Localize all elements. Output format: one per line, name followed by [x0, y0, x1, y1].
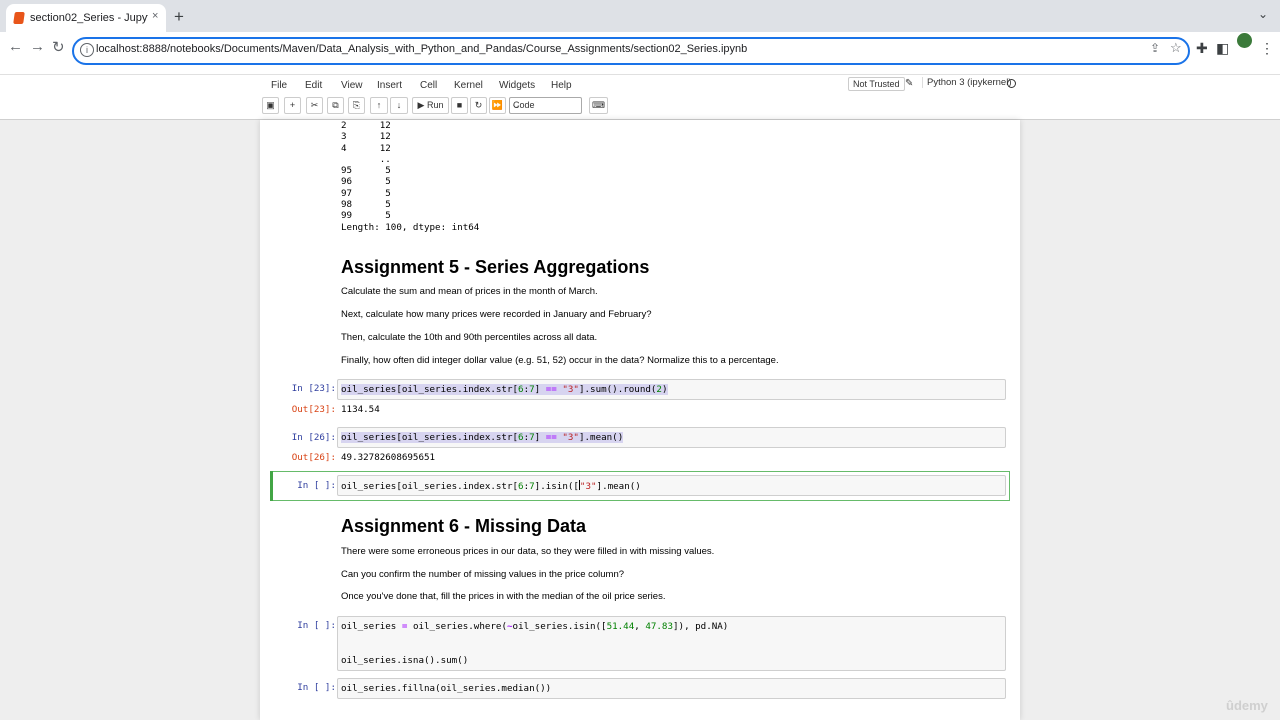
- back-icon[interactable]: ←: [8, 38, 23, 55]
- input-prompt: In [26]:: [291, 432, 336, 443]
- previous-output: 2 12 3 12 4 12 .. 95 5 96 5 97 5 98 5 99 5 Lengt…: [341, 120, 479, 233]
- notebook-container: 2 12 3 12 4 12 .. 95 5 96 5 97 5 98 5 99 5 Lengt…: [260, 120, 1020, 720]
- pencil-icon[interactable]: ✎: [905, 78, 913, 89]
- markdown-paragraph: There were some erroneous prices in our …: [341, 546, 715, 557]
- cell-type-select[interactable]: Code ⌵: [509, 97, 582, 114]
- url-path: :8888/notebooks/Documents/Maven/Data_Ana…: [139, 43, 748, 55]
- tab-strip: section02_Series - Jupyter No × + ⌄: [0, 0, 1280, 32]
- more-icon[interactable]: ⋮: [1260, 40, 1274, 57]
- output-line: ..: [341, 153, 391, 165]
- share-icon[interactable]: ⇪: [1150, 41, 1160, 55]
- markdown-paragraph: Then, calculate the 10th and 90th percen…: [341, 332, 598, 343]
- save-icon[interactable]: ▣: [262, 97, 279, 114]
- output-line: 97 5: [341, 187, 391, 199]
- code-line: oil_series = oil_series.where(~oil_serie…: [341, 621, 729, 632]
- copy-icon[interactable]: ⧉: [327, 97, 344, 114]
- tab-title: section02_Series - Jupyter No: [30, 12, 148, 24]
- kernel-name[interactable]: Python 3 (ipykernel): [922, 77, 1011, 88]
- add-cell-icon[interactable]: +: [284, 97, 301, 114]
- output-line: 96 5: [341, 176, 391, 188]
- browser-toolbar: ← → ↻ i localhost:8888/notebooks/Documen…: [0, 32, 1280, 75]
- output-line: 99 5: [341, 210, 391, 222]
- output-line: 2 12: [341, 120, 391, 131]
- tab-search-icon[interactable]: ⌄: [1258, 7, 1268, 21]
- markdown-paragraph: Next, calculate how many prices were rec…: [341, 309, 652, 320]
- menu-cell[interactable]: Cell: [420, 80, 437, 91]
- code-input[interactable]: oil_series[oil_series.index.str[6:7] == …: [337, 427, 1006, 448]
- restart-icon[interactable]: ↻: [470, 97, 487, 114]
- keyboard-icon[interactable]: ⌨: [589, 97, 608, 114]
- url-host: localhost: [96, 43, 140, 55]
- menu-help[interactable]: Help: [551, 80, 572, 91]
- address-bar[interactable]: i localhost:8888/notebooks/Documents/Mav…: [72, 37, 1190, 65]
- markdown-paragraph: Once you've done that, fill the prices i…: [341, 591, 666, 602]
- assignment-6-heading: Assignment 6 - Missing Data: [341, 516, 587, 536]
- markdown-paragraph: Finally, how often did integer dollar va…: [341, 355, 779, 366]
- output-line: 98 5: [341, 199, 391, 211]
- tab-close-icon[interactable]: ×: [152, 10, 158, 22]
- run-label: Run: [426, 100, 444, 110]
- info-icon[interactable]: i: [80, 43, 94, 57]
- extensions-icon[interactable]: ✚: [1196, 40, 1208, 57]
- jupyter-header: File Edit View Insert Cell Kernel Widget…: [0, 75, 1280, 120]
- code-line: oil_series[oil_series.index.str[6:7] == …: [341, 432, 624, 443]
- url-text: localhost:8888/notebooks/Documents/Maven…: [96, 43, 747, 55]
- code-input[interactable]: oil_series.fillna(oil_series.median()): [337, 678, 1006, 699]
- code-input[interactable]: oil_series[oil_series.index.str[6:7].isi…: [337, 475, 1006, 496]
- output-prompt: Out[26]:: [291, 452, 336, 463]
- output-line: 95 5: [341, 165, 391, 177]
- output-line: 4 12: [341, 142, 391, 154]
- forward-icon[interactable]: →: [30, 38, 45, 55]
- markdown-paragraph: Can you confirm the number of missing va…: [341, 569, 625, 580]
- output-line: Length: 100, dtype: int64: [341, 221, 480, 233]
- code-line: oil_series[oil_series.index.str[6:7] == …: [341, 384, 668, 395]
- run-button[interactable]: ▶ Run: [412, 97, 449, 114]
- input-prompt: In [ ]:: [297, 480, 336, 491]
- output-prompt: Out[23]:: [291, 404, 336, 415]
- run-all-icon[interactable]: ⏩: [489, 97, 506, 114]
- jupyter-favicon-icon: [13, 12, 25, 24]
- not-trusted-button[interactable]: Not Trusted: [848, 77, 905, 91]
- input-prompt: In [ ]:: [297, 682, 336, 693]
- markdown-paragraph: Calculate the sum and mean of prices in …: [341, 286, 598, 297]
- stop-icon[interactable]: ■: [451, 97, 468, 114]
- code-input[interactable]: oil_series[oil_series.index.str[6:7] == …: [337, 379, 1006, 400]
- browser-tab[interactable]: section02_Series - Jupyter No ×: [6, 4, 166, 32]
- code-line: oil_series.fillna(oil_series.median()): [341, 683, 552, 694]
- output-line: 3 12: [341, 131, 391, 143]
- kernel-status-icon: [1007, 79, 1016, 88]
- new-tab-icon[interactable]: +: [174, 7, 184, 27]
- menu-kernel[interactable]: Kernel: [454, 80, 483, 91]
- move-down-icon[interactable]: ↓: [390, 97, 408, 114]
- menu-file[interactable]: File: [271, 80, 287, 91]
- reload-icon[interactable]: ↻: [52, 38, 65, 56]
- input-prompt: In [23]:: [291, 383, 336, 394]
- code-input[interactable]: oil_series = oil_series.where(~oil_serie…: [337, 616, 1006, 671]
- avatar[interactable]: [1237, 33, 1252, 48]
- menu-widgets[interactable]: Widgets: [499, 80, 535, 91]
- paste-icon[interactable]: ⎘: [348, 97, 365, 114]
- chevron-down-icon: ⌵: [513, 101, 520, 110]
- input-prompt: In [ ]:: [297, 620, 336, 631]
- assignment-5-heading: Assignment 5 - Series Aggregations: [341, 257, 650, 277]
- cut-icon[interactable]: ✂: [306, 97, 323, 114]
- output-value: 49.32782608695651: [341, 452, 436, 463]
- udemy-watermark: ûdemy: [1226, 698, 1268, 713]
- output-value: 1134.54: [341, 404, 380, 415]
- side-panel-icon[interactable]: ◧: [1216, 40, 1229, 57]
- code-line: oil_series.isna().sum(): [341, 655, 469, 666]
- code-line: oil_series[oil_series.index.str[6:7].isi…: [341, 480, 641, 492]
- menu-view[interactable]: View: [341, 80, 363, 91]
- star-icon[interactable]: ☆: [1170, 40, 1182, 56]
- menu-edit[interactable]: Edit: [305, 80, 322, 91]
- move-up-icon[interactable]: ↑: [370, 97, 388, 114]
- menu-insert[interactable]: Insert: [377, 80, 402, 91]
